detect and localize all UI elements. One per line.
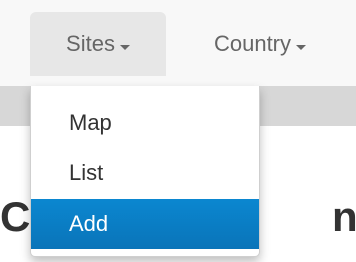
nav-country-label: Country bbox=[213, 31, 292, 56]
page-heading-fragment-left: C bbox=[0, 193, 31, 240]
menu-item-add[interactable]: Add bbox=[31, 199, 259, 249]
sites-dropdown-menu: Map List Add bbox=[30, 86, 260, 257]
caret-down-icon bbox=[296, 44, 307, 50]
navbar: Sites Country bbox=[0, 0, 356, 86]
nav-sites-dropdown[interactable]: Sites bbox=[30, 12, 166, 76]
menu-item-map[interactable]: Map bbox=[31, 99, 259, 147]
page-heading-fragment-right: n bbox=[332, 193, 356, 240]
menu-item-add-label: Add bbox=[69, 211, 109, 236]
nav-country-dropdown[interactable]: Country bbox=[185, 12, 335, 76]
caret-down-icon bbox=[119, 44, 130, 50]
menu-item-list-label: List bbox=[69, 160, 104, 185]
nav-sites-label: Sites bbox=[66, 31, 115, 56]
menu-item-list[interactable]: List bbox=[31, 149, 259, 197]
menu-item-map-label: Map bbox=[69, 110, 112, 135]
